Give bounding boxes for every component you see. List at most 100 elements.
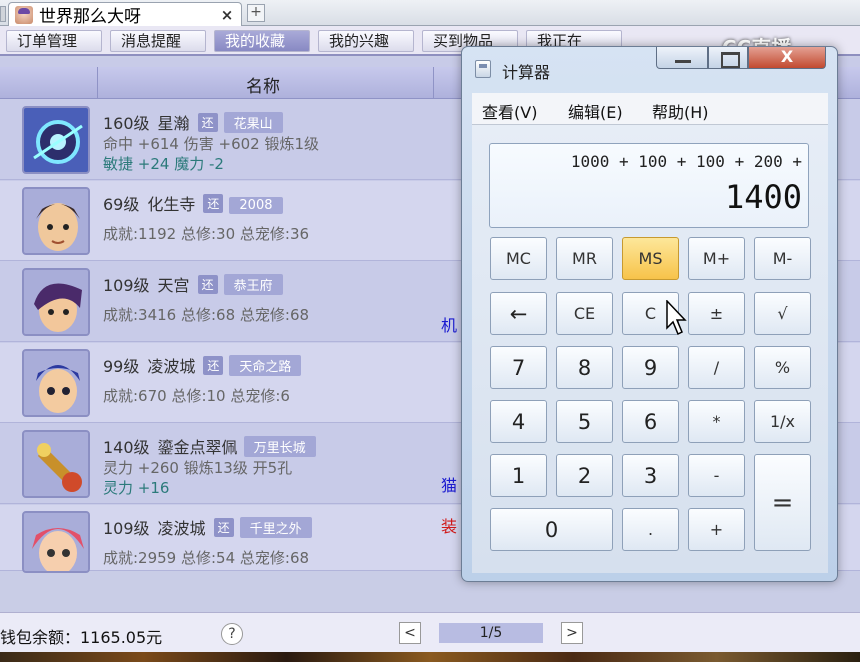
character-avatar[interactable] — [22, 268, 90, 336]
key-sqrt[interactable]: √ — [754, 292, 811, 335]
item-name[interactable]: 鎏金点翠佩 — [158, 438, 238, 457]
key-mc[interactable]: MC — [490, 237, 547, 280]
maximize-button[interactable] — [708, 47, 748, 69]
expression-readout: 1000 + 100 + 100 + 200 + — [570, 152, 802, 171]
favicon-icon — [15, 5, 33, 24]
key-7[interactable]: 7 — [490, 346, 547, 389]
calculator-window: 计算器 X 查看(V) 编辑(E) 帮助(H) 1000 + 100 + 100… — [461, 46, 838, 582]
menu-view[interactable]: 查看(V) — [482, 99, 537, 123]
key-divide[interactable]: / — [688, 346, 745, 389]
wallet-balance: 钱包余额：1165.05元 — [0, 628, 163, 647]
server-tag: 恭王府 — [223, 274, 283, 295]
minimize-button[interactable] — [656, 47, 708, 69]
server-tag: 万里长城 — [243, 436, 316, 457]
new-tab-button[interactable]: + — [247, 4, 265, 22]
character-avatar[interactable] — [22, 187, 90, 255]
server-tag: 天命之路 — [229, 355, 302, 376]
item-extra-stats: 灵力 +16 — [103, 479, 170, 497]
nav-my-favorites[interactable]: 我的收藏 — [214, 30, 310, 52]
item-level: 109级 — [103, 276, 150, 295]
side-tag: 装 — [441, 517, 458, 536]
server-tag: 2008 — [229, 197, 283, 214]
key-mr[interactable]: MR — [556, 237, 613, 280]
bargain-badge: 还 — [197, 275, 218, 294]
next-page-button[interactable]: > — [561, 622, 583, 644]
item-level: 99级 — [103, 357, 140, 376]
item-level: 109级 — [103, 519, 150, 538]
key-reciprocal[interactable]: 1/x — [754, 400, 811, 443]
item-name[interactable]: 化生寺 — [147, 195, 195, 214]
key-1[interactable]: 1 — [490, 454, 547, 497]
character-avatar[interactable] — [22, 349, 90, 417]
game-taskbar — [0, 652, 860, 662]
nav-order-management[interactable]: 订单管理 — [6, 30, 102, 52]
item-level: 69级 — [103, 195, 140, 214]
calculator-menu-bar: 查看(V) 编辑(E) 帮助(H) — [472, 93, 828, 125]
key-2[interactable]: 2 — [556, 454, 613, 497]
column-name-label: 名称 — [246, 77, 280, 97]
result-readout: 1400 — [724, 178, 802, 216]
menu-help[interactable]: 帮助(H) — [652, 99, 709, 123]
calculator-title: 计算器 — [502, 63, 551, 82]
calculator-icon — [475, 60, 491, 78]
item-image[interactable] — [22, 106, 90, 174]
key-ce[interactable]: CE — [556, 292, 613, 335]
browser-tab[interactable]: 世界那么大呀 × — [8, 2, 242, 27]
key-m-minus[interactable]: M- — [754, 237, 811, 280]
item-stats: 命中 +614 伤害 +602 锻炼1级 — [103, 135, 320, 153]
key-multiply[interactable]: * — [688, 400, 745, 443]
server-tag: 千里之外 — [239, 517, 312, 538]
bargain-badge: 还 — [213, 518, 234, 537]
list-footer: 钱包余额：1165.05元 ? < 1/5 > — [0, 612, 860, 652]
item-name[interactable]: 凌波城 — [158, 519, 206, 538]
item-level: 140级 — [103, 438, 150, 457]
bargain-badge: 还 — [203, 356, 224, 375]
bargain-badge: 还 — [203, 194, 224, 213]
side-tag: 猫 — [441, 476, 458, 495]
item-stats: 灵力 +260 锻炼13级 开5孔 — [103, 459, 293, 477]
key-ms[interactable]: MS — [622, 237, 679, 280]
key-3[interactable]: 3 — [622, 454, 679, 497]
calculator-body: 1000 + 100 + 100 + 200 + 1400 MC MR MS M… — [472, 125, 828, 573]
key-5[interactable]: 5 — [556, 400, 613, 443]
nav-my-interests[interactable]: 我的兴趣 — [318, 30, 414, 52]
character-avatar[interactable] — [22, 511, 90, 573]
close-button[interactable]: X — [748, 47, 826, 69]
key-decimal[interactable]: . — [622, 508, 679, 551]
help-icon[interactable]: ? — [221, 623, 243, 645]
item-level: 160级 — [103, 114, 150, 133]
key-subtract[interactable]: - — [688, 454, 745, 497]
key-percent[interactable]: % — [754, 346, 811, 389]
browser-tab-strip: 世界那么大呀 × + — [0, 0, 860, 27]
item-stats: 成就:670 总修:10 总宠修:6 — [103, 387, 290, 405]
tab-close-icon[interactable]: × — [219, 6, 235, 24]
bargain-badge: 还 — [197, 113, 218, 132]
prev-page-button[interactable]: < — [399, 622, 421, 644]
key-add[interactable]: + — [688, 508, 745, 551]
key-equals[interactable]: = — [754, 454, 811, 551]
key-9[interactable]: 9 — [622, 346, 679, 389]
key-8[interactable]: 8 — [556, 346, 613, 389]
key-6[interactable]: 6 — [622, 400, 679, 443]
calculator-display: 1000 + 100 + 100 + 200 + 1400 — [489, 143, 809, 228]
item-stats: 成就:2959 总修:54 总宠修:68 — [103, 549, 310, 567]
key-plus-minus[interactable]: ± — [688, 292, 745, 335]
nav-message-reminder[interactable]: 消息提醒 — [110, 30, 206, 52]
item-name[interactable]: 星瀚 — [158, 114, 190, 133]
item-stats: 成就:3416 总修:68 总宠修:68 — [103, 306, 310, 324]
item-name[interactable]: 凌波城 — [147, 357, 195, 376]
item-name[interactable]: 天宫 — [158, 276, 190, 295]
page-indicator: 1/5 — [439, 623, 543, 643]
side-tag: 机 — [441, 316, 458, 335]
tab-title: 世界那么大呀 — [39, 7, 141, 27]
item-image[interactable] — [22, 430, 90, 498]
menu-edit[interactable]: 编辑(E) — [568, 99, 623, 123]
item-extra-stats: 敏捷 +24 魔力 -2 — [103, 155, 224, 173]
item-stats: 成就:1192 总修:30 总宠修:36 — [103, 225, 310, 243]
server-tag: 花果山 — [223, 112, 283, 133]
key-m-plus[interactable]: M+ — [688, 237, 745, 280]
tab-scroll-left[interactable] — [0, 6, 6, 22]
key-4[interactable]: 4 — [490, 400, 547, 443]
key-backspace[interactable]: ← — [490, 292, 547, 335]
key-0[interactable]: 0 — [490, 508, 613, 551]
